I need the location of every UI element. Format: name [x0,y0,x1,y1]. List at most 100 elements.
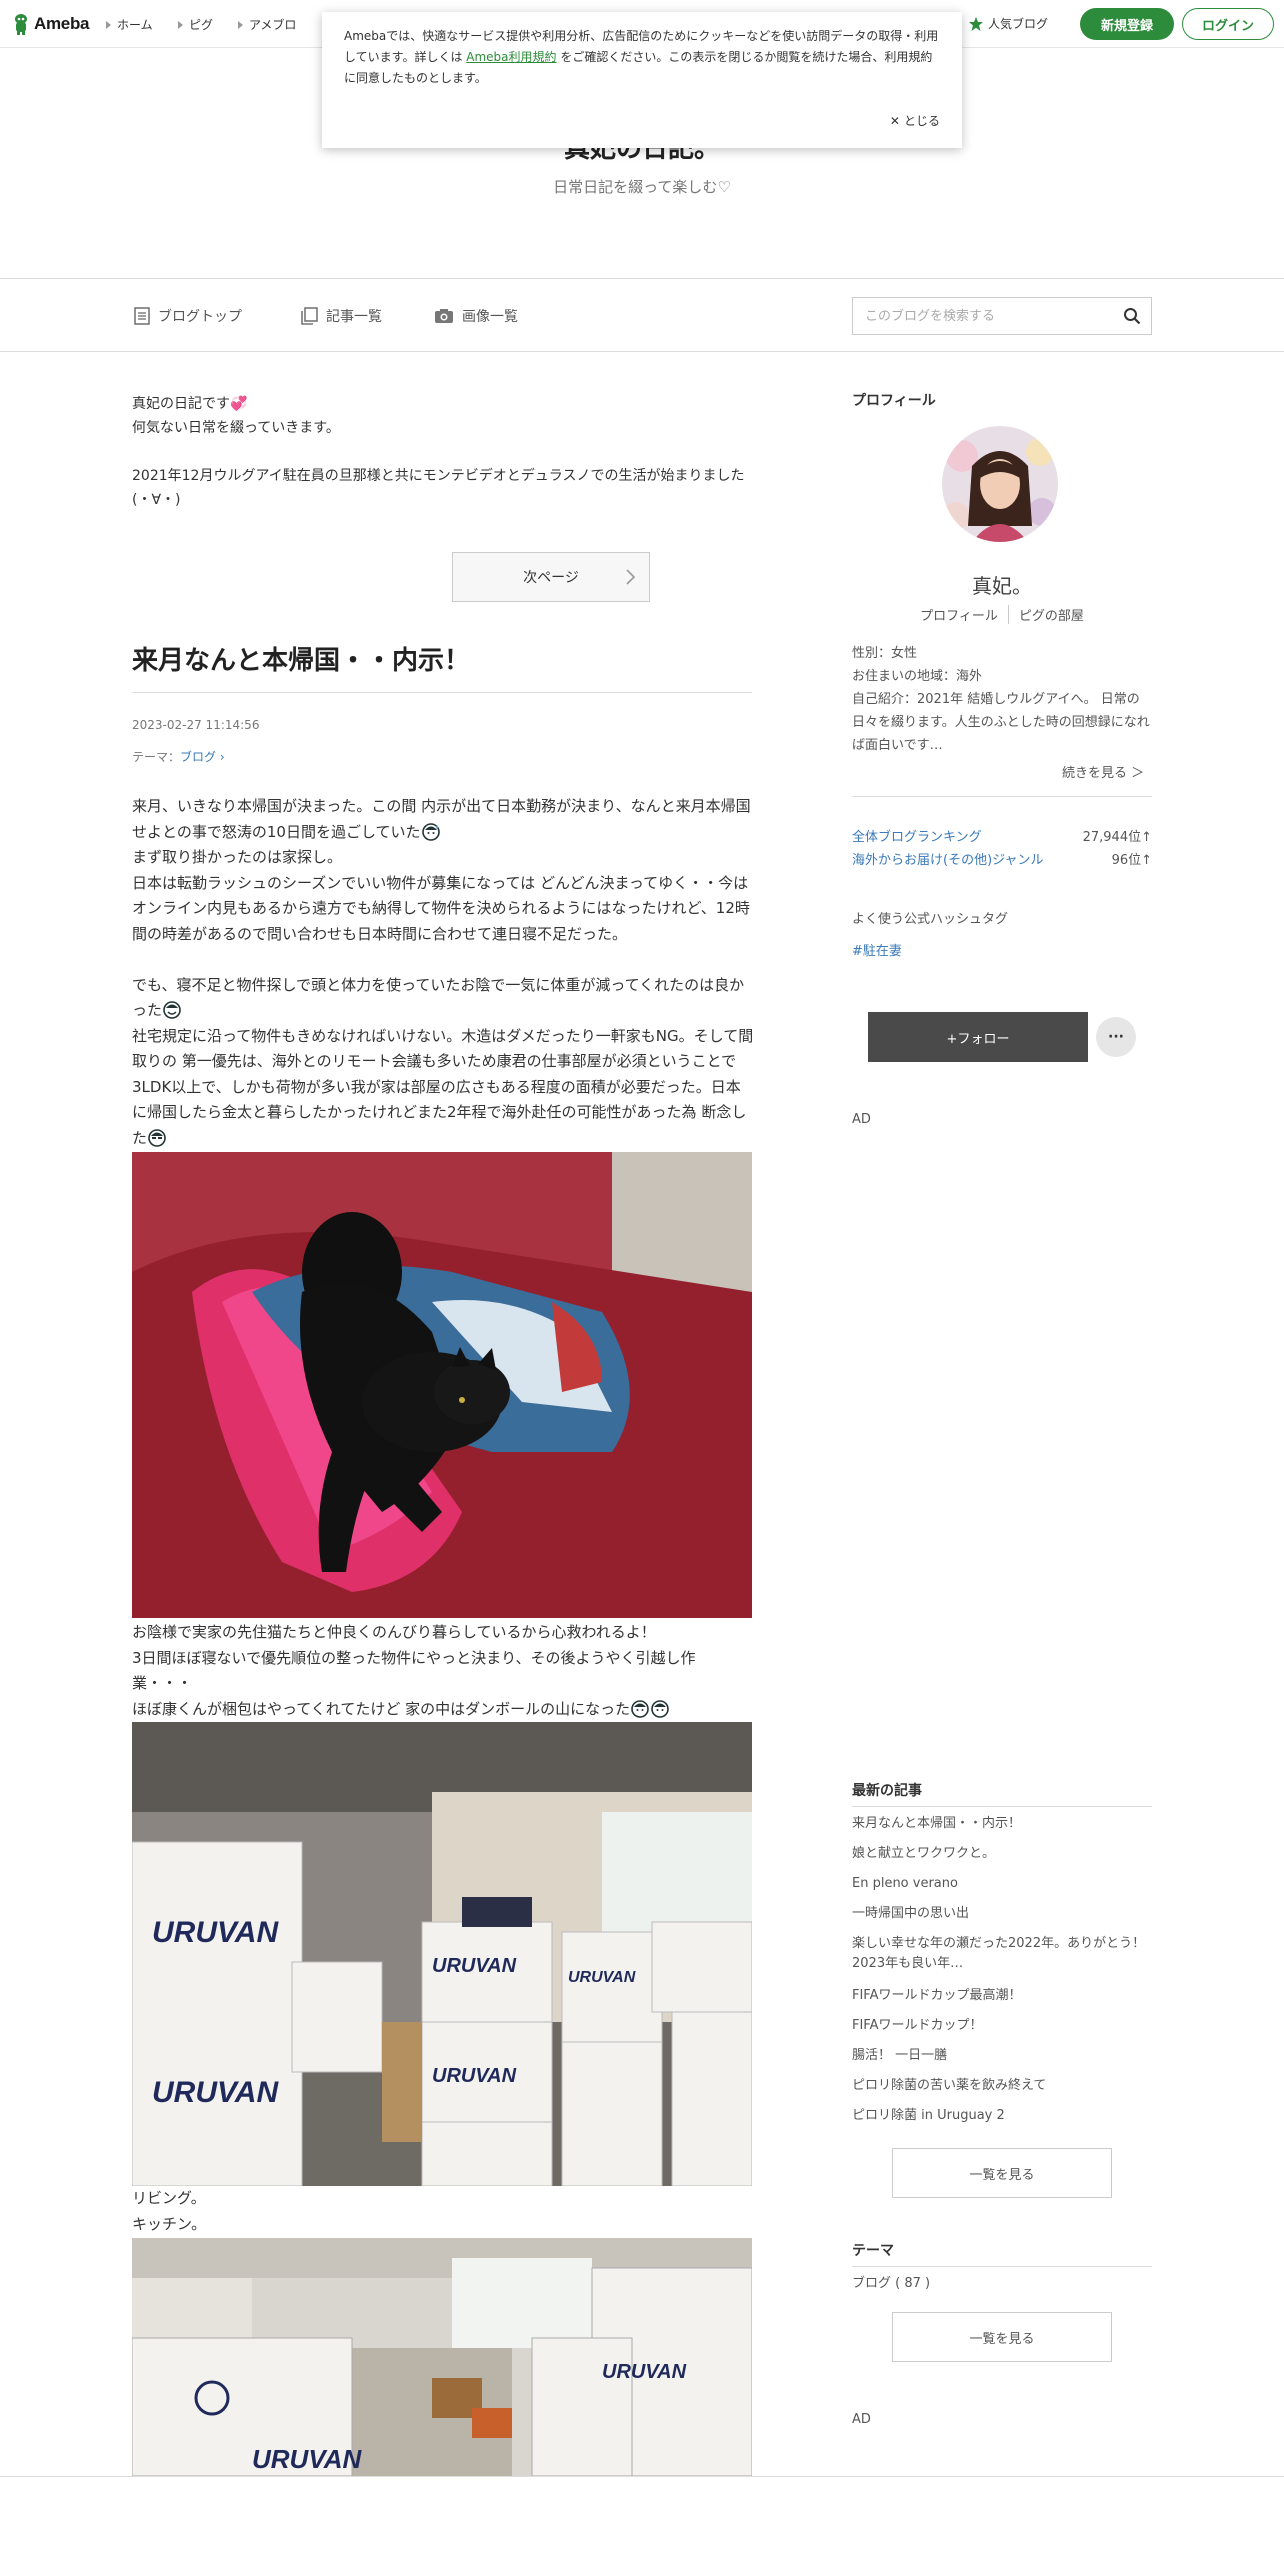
entry-theme: テーマ：ブログ › [132,748,225,765]
ranking-genre-value: 96位↑ [1111,853,1152,868]
ranking-all-row[interactable]: 全体ブログランキング 27,944位↑ [852,826,1152,845]
ranking-all-value: 27,944位↑ [1082,830,1152,845]
ranking-genre-row[interactable]: 海外からお届け(その他)ジャンル 96位↑ [852,849,1152,868]
paragraph-1: 来月、いきなり本帰国が決まった。この間 内示が出て日本勤務が決まり、なんと来月本… [132,797,751,841]
intro-line-1-text: 真妃の日記です [132,396,230,412]
face-icon [148,1128,166,1147]
nav-image-list[interactable]: 画像一覧 [434,306,518,326]
entry-paragraph: でも、寝不足と物件探しで頭と体力を使っていたお陰で一気に体重が減ってくれたのは良… [132,973,754,1024]
recent-entry-link[interactable]: 腸活！ 一日一膳 [852,2046,1152,2066]
sparkle-heart-icon: 💞 [230,396,248,412]
hashtag-link[interactable]: #駐在妻 [852,940,902,959]
hashtag-heading: よく使う公式ハッシュタグ [852,912,1009,927]
profile-name[interactable]: 真妃。 [852,570,1152,599]
chevron-right-icon: › [216,750,225,764]
cookie-close-button[interactable]: ✕ とじる [890,111,940,132]
recent-entry-link[interactable]: 来月なんと本帰国・・内示！ [852,1814,1152,1834]
ranking-genre-label[interactable]: 海外からお届け(その他)ジャンル [852,849,1044,868]
recent-entry-link[interactable]: FIFAワールドカップ！ [852,2016,1152,2036]
cookie-close-label: とじる [903,114,940,128]
entry-paragraph: 3日間ほぼ寝ないで優先順位の整った物件にやっと決まり、その後ようやく引越し作業・… [132,1648,696,1693]
caret-icon [106,20,111,29]
entry-date: 2023-02-27 11:14:56 [132,718,260,732]
box-brand-text: URUVAN [152,1916,279,1949]
entry-paragraph: リビング。 [132,2189,206,2207]
ameba-logo[interactable]: Ameba [12,12,89,36]
camera-icon [435,309,453,323]
entry-title[interactable]: 来月なんと本帰国・・内示！ [132,640,470,677]
login-button[interactable]: ログイン [1182,8,1274,40]
sweat-face-icon [651,1699,669,1718]
avatar[interactable] [942,426,1058,542]
recent-entry-link[interactable]: 一時帰国中の思い出 [852,1904,1152,1924]
nav-pig-label: ピグ [189,18,214,32]
box-brand-text: URUVAN [432,1955,517,1977]
cat-photo[interactable] [132,1152,752,1618]
recent-entry-link[interactable]: ピロリ除菌の苦い薬を飲み終えて [852,2076,1152,2096]
caret-icon [238,20,243,29]
living-room-boxes-photo[interactable]: URUVAN URUVAN URUVAN URUVAN URUVAN [132,1722,752,2186]
popular-blog-label: 人気ブログ [988,17,1049,31]
entry-paragraph: お陰様で実家の先住猫たちと仲良くのんびり暮らしているから心救われるよ！ [132,1623,656,1641]
nav-ameblo-label: アメブロ [249,18,297,32]
recent-list-button[interactable]: 一覧を見る [892,2148,1112,2198]
nav-entry-list[interactable]: 記事一覧 [300,306,382,326]
blog-description: 日常日記を綴って楽しむ♡ [553,178,731,196]
entry-paragraph: ほぼ康くんが梱包はやってくれてたけど 家の中はダンボールの山になった [132,1697,754,1723]
recent-entry-link[interactable]: ピロリ除菌 in Uruguay 2 [852,2106,1152,2126]
profile-area: お住まいの地域：海外 [852,669,983,684]
box-brand-text: URUVAN [252,2444,363,2474]
nav-pig[interactable]: ピグ [178,16,213,33]
paragraph-8: ほぼ康くんが梱包はやってくれてたけど 家の中はダンボールの山になった [132,1699,631,1718]
theme-item-link[interactable]: ブログ ( 87 ) [852,2274,1152,2294]
blog-nav: ブログトップ 記事一覧 画像一覧 [0,278,1284,352]
recent-entry-link[interactable]: FIFAワールドカップ最高潮！ [852,1986,1152,2006]
ad-label: AD [852,1112,871,1127]
theme-divider [852,2266,1152,2267]
recent-entry-link[interactable]: 娘と献立とワクワクと。 [852,1844,1152,1864]
sweat-face-icon [631,1699,649,1718]
follow-button[interactable]: +フォロー [868,1012,1088,1062]
document-icon [134,307,150,325]
kitchen-boxes-photo[interactable]: URUVAN URUVAN [132,2238,752,2476]
ranking-all-label[interactable]: 全体ブログランキング [852,826,982,845]
recent-divider [852,1806,1152,1807]
search-input[interactable] [853,298,1103,334]
entry-paragraph: キッチン。 [132,2214,207,2233]
profile-divider [852,796,1152,797]
sweat-face-icon [421,822,440,841]
pig-room-link[interactable]: ピグの部屋 [1007,605,1094,624]
profile-gender: 性別：女性 [852,646,918,661]
caret-icon [178,20,183,29]
profile-link[interactable]: プロフィール [910,605,1008,624]
ad-label: AD [852,2412,871,2427]
popular-blog-link[interactable]: 人気ブログ [968,15,1048,32]
signup-button[interactable]: 新規登録 [1080,8,1174,40]
profile-intro: 自己紹介：2021年 結婚しウルグアイへ。 日常の日々を綴ります。人生のふとした… [852,692,1150,753]
intro-line-1: 真妃の日記です💞 [132,392,247,416]
box-brand-text: URUVAN [602,2361,687,2383]
next-page-label: 次ページ [523,570,579,586]
more-options-button[interactable]: ··· [1096,1017,1136,1057]
nav-entry-list-label: 記事一覧 [326,309,382,325]
entry-paragraph: 来月、いきなり本帰国が決まった。この間 内示が出て日本勤務が決まり、なんと来月本… [132,794,754,845]
nav-ameblo[interactable]: アメブロ [238,16,296,33]
terms-link[interactable]: Ameba利用規約 [466,50,556,64]
theme-link[interactable]: ブログ [180,750,216,764]
search-icon[interactable] [1123,307,1141,325]
logo-text: Ameba [34,14,90,33]
nav-blog-top[interactable]: ブログトップ [134,306,242,326]
recent-entry-link[interactable]: En pleno verano [852,1874,1152,1894]
smile-face-icon [163,1001,181,1019]
next-page-button[interactable]: 次ページ [452,552,650,602]
theme-heading: テーマ [852,2243,894,2259]
theme-list-button[interactable]: 一覧を見る [892,2312,1112,2362]
nav-home[interactable]: ホーム [106,16,153,33]
read-more-link[interactable]: 続きを見る ＞ [1062,762,1144,781]
ameba-mascot-icon [15,14,27,35]
box-brand-text: URUVAN [152,2076,279,2109]
nav-blog-top-label: ブログトップ [158,309,242,325]
intro-line-2: 何気ない日常を綴っていきます。 [132,420,340,436]
title-divider [132,692,752,693]
recent-entry-link[interactable]: 楽しい幸せな年の瀬だった2022年。ありがとう！2023年も良い年… [852,1934,1152,1974]
